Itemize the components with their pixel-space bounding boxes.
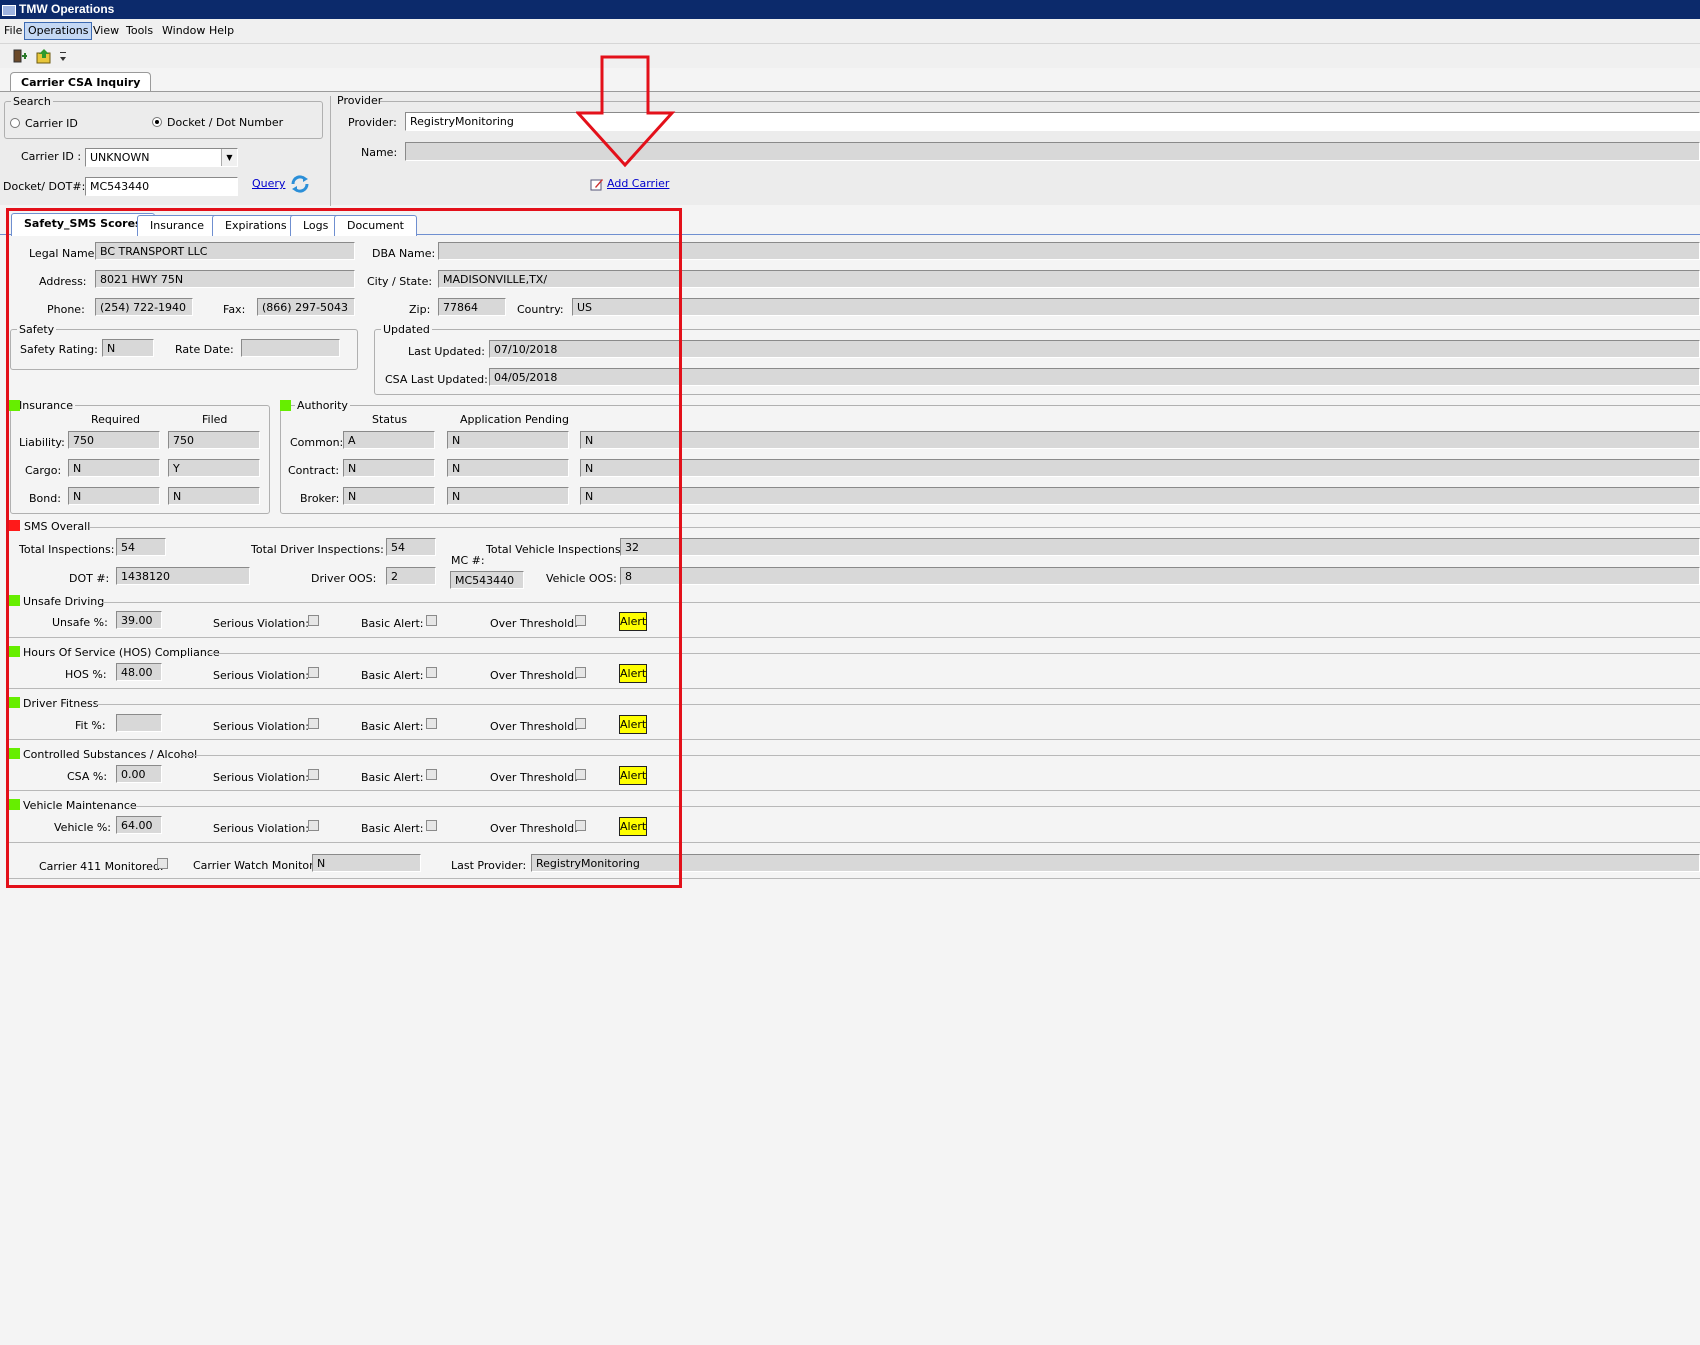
docket-radio-label: Docket / Dot Number [167,116,284,129]
menu-view[interactable]: View [90,23,122,39]
country-field: US [572,298,1700,316]
docket-label: Docket/ DOT#: [3,180,86,193]
refresh-icon[interactable] [289,174,311,194]
menu-file[interactable]: File [1,23,25,39]
menu-bar: File Operations View Tools Window Help [0,19,1700,44]
menu-tools[interactable]: Tools [123,23,156,39]
annotation-arrow-icon [576,55,676,168]
name-label: Name: [361,146,398,159]
exit-door-icon[interactable] [12,48,28,64]
tab-carrier-csa-inquiry[interactable]: Carrier CSA Inquiry [10,72,152,92]
toolbar-overflow-icon[interactable] [58,50,68,66]
edit-icon[interactable] [590,177,604,191]
contract-extra: N [580,459,1700,477]
last-provider-field: RegistryMonitoring [531,854,1700,872]
annotation-highlight-box [6,208,682,888]
carrier-id-value: UNKNOWN [90,151,150,164]
toolbar [0,44,1700,68]
provider-label: Provider: [348,116,397,129]
menu-operations[interactable]: Operations [24,22,93,40]
provider-legend: Provider [337,94,383,107]
query-link[interactable]: Query [252,177,285,190]
common-extra: N [580,431,1700,449]
carrier-id-radio-label: Carrier ID [25,117,78,130]
vehicle-oos-field: 8 [620,567,1700,585]
app-icon [2,5,16,16]
menu-window[interactable]: Window [159,23,208,39]
menu-help[interactable]: Help [206,23,237,39]
add-carrier-link[interactable]: Add Carrier [607,177,669,190]
chevron-down-icon[interactable]: ▼ [221,149,237,166]
docket-input[interactable]: MC543440 [85,177,238,196]
carrier-id-label: Carrier ID : [21,150,82,163]
docket-radio[interactable] [152,117,162,127]
provider-separator [330,96,331,206]
title-bar: TMW Operations [0,0,1700,19]
search-legend: Search [13,95,51,108]
carrier-id-radio[interactable] [10,118,20,128]
export-icon[interactable] [36,48,52,64]
carrier-id-select[interactable]: UNKNOWN ▼ [85,148,238,167]
window-title: TMW Operations [19,2,115,16]
total-vehicle-inspections-field: 32 [620,538,1700,556]
broker-extra: N [580,487,1700,505]
